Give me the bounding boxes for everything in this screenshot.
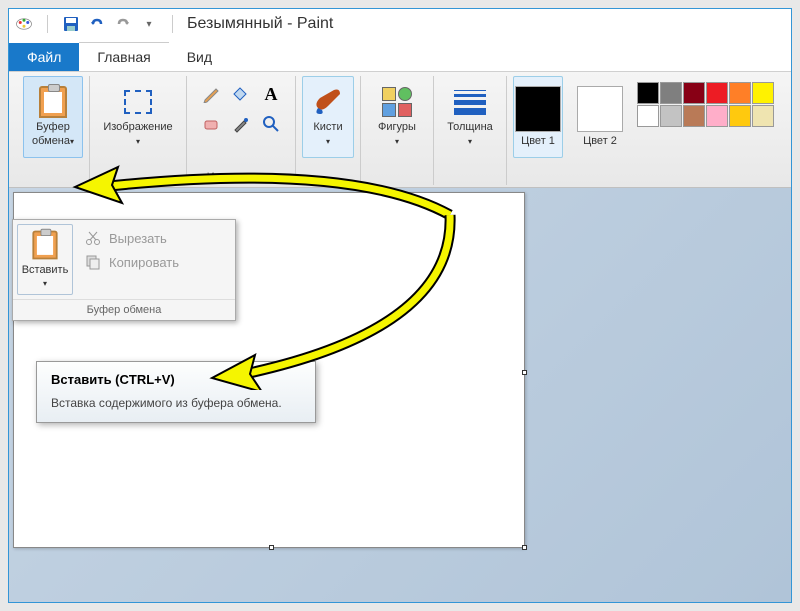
image-button[interactable]: Изображение ▾ (96, 76, 180, 158)
clipboard-label: Буфер обмена (32, 121, 70, 146)
text-tool[interactable]: A (257, 80, 285, 108)
copy-item[interactable]: Копировать (81, 250, 223, 274)
chevron-down-icon: ▾ (70, 137, 74, 146)
color-swatch[interactable] (706, 82, 728, 104)
copy-icon (85, 254, 101, 270)
clipboard-dropdown: Вставить ▾ Вырезать Копировать Буфер обме… (12, 219, 236, 321)
color-palette (637, 82, 774, 127)
paste-tooltip: Вставить (CTRL+V) Вставка содержимого из… (36, 361, 316, 423)
brushes-button[interactable]: Кисти ▾ (302, 76, 354, 158)
undo-icon[interactable] (88, 15, 106, 33)
zoom-tool[interactable] (257, 110, 285, 138)
color1-swatch (515, 86, 561, 132)
thickness-label: Толщина (447, 121, 493, 133)
tab-bar: Файл Главная Вид (9, 39, 791, 71)
color-swatch[interactable] (683, 105, 705, 127)
shapes-label: Фигуры (378, 121, 416, 133)
fill-tool[interactable] (227, 80, 255, 108)
paint-app-icon (15, 15, 33, 33)
picker-tool[interactable] (227, 110, 255, 138)
tooltip-text: Вставка содержимого из буфера обмена. (51, 395, 301, 412)
color-swatch[interactable] (752, 82, 774, 104)
select-icon (124, 90, 152, 114)
color-swatch[interactable] (729, 82, 751, 104)
clipboard-button[interactable]: Буфер обмена▾ (23, 76, 83, 158)
clipboard-icon (39, 86, 67, 118)
chevron-down-icon: ▾ (395, 137, 399, 146)
color-swatch[interactable] (660, 82, 682, 104)
cut-label: Вырезать (109, 231, 167, 246)
shapes-icon (382, 87, 412, 117)
color2-swatch (577, 86, 623, 132)
color-swatch[interactable] (637, 105, 659, 127)
thickness-icon (454, 90, 486, 115)
tab-view[interactable]: Вид (169, 43, 230, 71)
save-icon[interactable] (62, 15, 80, 33)
tooltip-title: Вставить (CTRL+V) (51, 372, 301, 387)
scissors-icon (85, 230, 101, 246)
color1-button[interactable]: Цвет 1 (513, 76, 563, 158)
color-swatch[interactable] (637, 82, 659, 104)
title-bar: ▾ Безымянный - Paint (9, 9, 791, 39)
chevron-down-icon: ▾ (136, 137, 140, 146)
dropdown-footer: Буфер обмена (13, 299, 235, 320)
color-swatch[interactable] (706, 105, 728, 127)
pencil-tool[interactable] (197, 80, 225, 108)
qat-dropdown-icon[interactable]: ▾ (140, 15, 158, 33)
color2-button[interactable]: Цвет 2 (575, 76, 625, 158)
paste-label: Вставить (22, 264, 69, 276)
chevron-down-icon: ▾ (43, 279, 47, 288)
cut-item[interactable]: Вырезать (81, 226, 223, 250)
color-swatch[interactable] (752, 105, 774, 127)
redo-icon[interactable] (114, 15, 132, 33)
brush-icon (312, 86, 344, 118)
eraser-tool[interactable] (197, 110, 225, 138)
copy-label: Копировать (109, 255, 179, 270)
thickness-button[interactable]: Толщина ▾ (440, 76, 500, 158)
paste-button[interactable]: Вставить ▾ (17, 224, 73, 295)
chevron-down-icon: ▾ (468, 137, 472, 146)
color1-label: Цвет 1 (521, 135, 555, 148)
chevron-down-icon: ▾ (326, 137, 330, 146)
tab-home[interactable]: Главная (79, 42, 168, 71)
color-swatch[interactable] (729, 105, 751, 127)
tools-group-label: Инструменты (193, 169, 289, 185)
window-title: Безымянный - Paint (187, 15, 333, 33)
image-label: Изображение (103, 121, 172, 133)
ribbon: Буфер обмена▾ Изображение ▾ A (9, 71, 791, 188)
color-swatch[interactable] (660, 105, 682, 127)
tab-file[interactable]: Файл (9, 43, 79, 71)
brushes-label: Кисти (313, 121, 342, 133)
shapes-button[interactable]: Фигуры ▾ (367, 76, 427, 158)
clipboard-icon (32, 231, 57, 260)
color2-label: Цвет 2 (583, 135, 617, 148)
color-swatch[interactable] (683, 82, 705, 104)
